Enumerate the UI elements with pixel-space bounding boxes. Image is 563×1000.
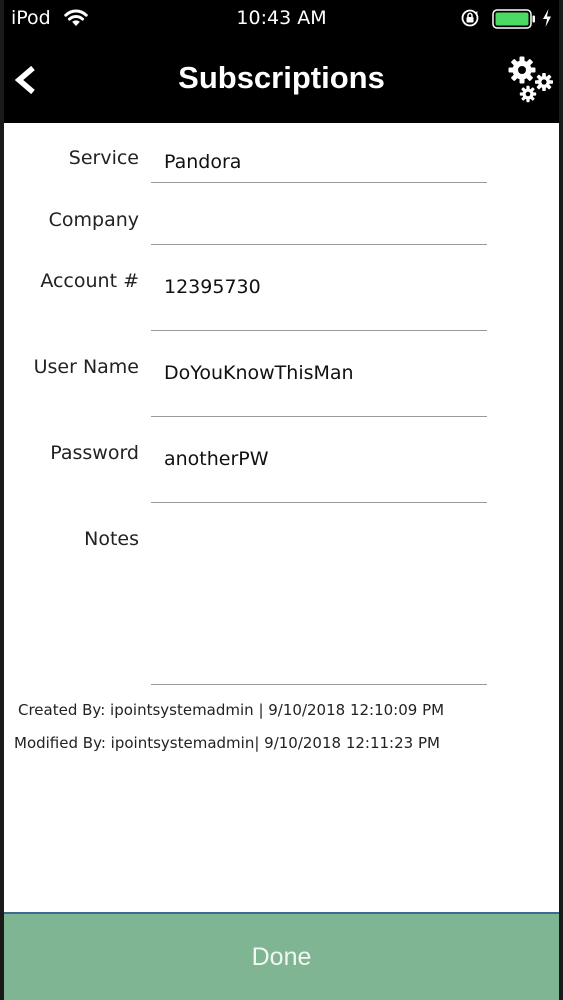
- app-frame: iPod 10:43 AM Subscriptions Service Pand…: [4, 0, 559, 1000]
- company-label: Company: [48, 209, 139, 231]
- subscription-form: Service Pandora Company Account # 123957…: [4, 123, 559, 912]
- done-button[interactable]: Done: [4, 914, 559, 1000]
- notes-field[interactable]: [151, 523, 487, 685]
- company-field[interactable]: [151, 201, 487, 245]
- account-label: Account #: [40, 270, 139, 292]
- orientation-lock-icon: [461, 9, 479, 27]
- battery-icon: [492, 9, 535, 29]
- footer-bar: Done: [4, 912, 559, 1000]
- username-field[interactable]: DoYouKnowThisMan: [151, 349, 487, 417]
- username-label: User Name: [33, 356, 139, 378]
- navigation-bar: Subscriptions: [4, 36, 559, 123]
- service-label: Service: [68, 147, 139, 169]
- status-bar: iPod 10:43 AM: [4, 0, 559, 36]
- notes-label: Notes: [84, 528, 139, 550]
- charging-bolt-icon: [543, 9, 551, 27]
- settings-gears-icon[interactable]: [508, 54, 556, 104]
- password-field[interactable]: anotherPW: [151, 435, 487, 503]
- page-title: Subscriptions: [178, 60, 385, 95]
- created-by-text: Created By: ipointsystemadmin | 9/10/201…: [18, 701, 445, 719]
- password-label: Password: [50, 442, 139, 464]
- modified-by-text: Modified By: ipointsystemadmin| 9/10/201…: [14, 734, 440, 752]
- account-field[interactable]: 12395730: [151, 263, 487, 331]
- service-field[interactable]: Pandora: [151, 141, 487, 183]
